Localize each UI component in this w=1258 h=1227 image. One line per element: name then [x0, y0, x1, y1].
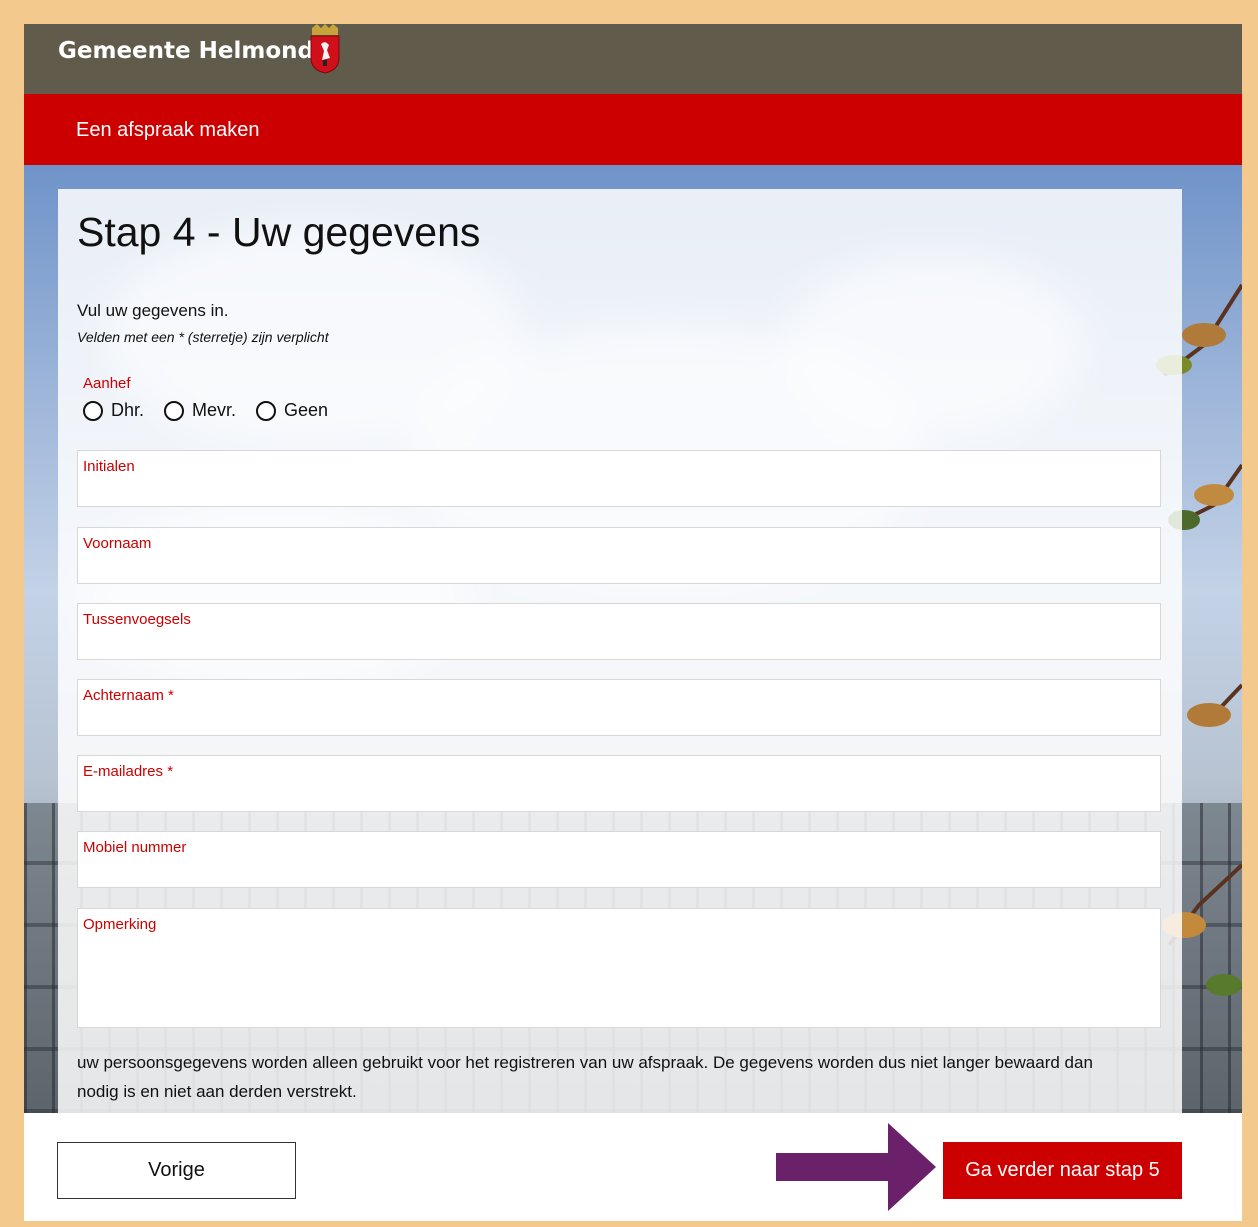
mobiel-label: Mobiel nummer	[83, 839, 187, 856]
page-title: Stap 4 - Uw gegevens	[77, 209, 481, 255]
radio-label: Mevr.	[192, 400, 237, 420]
initialen-label: Initialen	[83, 458, 135, 475]
email-input[interactable]	[83, 784, 1153, 806]
radio-button[interactable]	[83, 400, 103, 421]
initialen-field[interactable]: Initialen	[77, 450, 1161, 507]
tussenvoegsels-label: Tussenvoegsels	[83, 611, 191, 628]
privacy-text: uw persoonsgegevens worden alleen gebrui…	[77, 1053, 1093, 1101]
voornaam-input[interactable]	[83, 556, 1153, 578]
tussenvoegsels-input[interactable]	[83, 632, 1153, 654]
achternaam-label: Achternaam *	[83, 687, 174, 704]
tussenvoegsels-field[interactable]: Tussenvoegsels	[77, 603, 1161, 660]
section-title: Een afspraak maken	[76, 119, 260, 141]
required-note: Velden met een * (sterretje) zijn verpli…	[77, 329, 329, 345]
aanhef-label: Aanhef	[83, 375, 131, 392]
email-label: E-mailadres *	[83, 763, 174, 780]
radio-button[interactable]	[256, 400, 277, 421]
achternaam-input[interactable]	[83, 708, 1153, 730]
radio-geen[interactable]: Geen	[256, 400, 328, 421]
page-frame: Gemeente Helmond Een afspraak maken Stap…	[24, 24, 1242, 1221]
voornaam-field[interactable]: Voornaam	[77, 527, 1161, 584]
radio-dhr[interactable]: Dhr.	[83, 400, 144, 421]
arrow-right-icon	[776, 1123, 936, 1211]
next-step-button[interactable]: Ga verder naar stap 5	[943, 1142, 1182, 1199]
email-field[interactable]: E-mailadres *	[77, 755, 1161, 812]
opmerking-textarea[interactable]	[83, 937, 1153, 1023]
section-bar: Een afspraak maken	[24, 94, 1242, 165]
brand-name[interactable]: Gemeente Helmond	[58, 38, 314, 64]
voornaam-label: Voornaam	[83, 535, 152, 552]
radio-label: Geen	[284, 400, 329, 420]
top-bar: Gemeente Helmond	[24, 24, 1242, 94]
opmerking-field[interactable]: Opmerking	[77, 908, 1161, 1028]
previous-button[interactable]: Vorige	[57, 1142, 296, 1199]
mobiel-field[interactable]: Mobiel nummer	[77, 831, 1161, 888]
opmerking-label: Opmerking	[83, 916, 157, 933]
radio-label: Dhr.	[111, 400, 145, 420]
initialen-input[interactable]	[83, 479, 1153, 501]
form-card: Stap 4 - Uw gegevens Vul uw gegevens in.…	[58, 189, 1182, 1113]
mobiel-input[interactable]	[83, 860, 1153, 882]
form-footer: Vorige Ga verder naar stap 5	[24, 1113, 1242, 1221]
radio-button[interactable]	[164, 400, 185, 421]
intro-text: Vul uw gegevens in.	[77, 301, 229, 320]
radio-mevr[interactable]: Mevr.	[164, 400, 236, 421]
aanhef-radio-group: Dhr. Mevr. Geen	[83, 400, 348, 421]
achternaam-field[interactable]: Achternaam *	[77, 679, 1161, 736]
city-crest-icon	[310, 24, 340, 74]
